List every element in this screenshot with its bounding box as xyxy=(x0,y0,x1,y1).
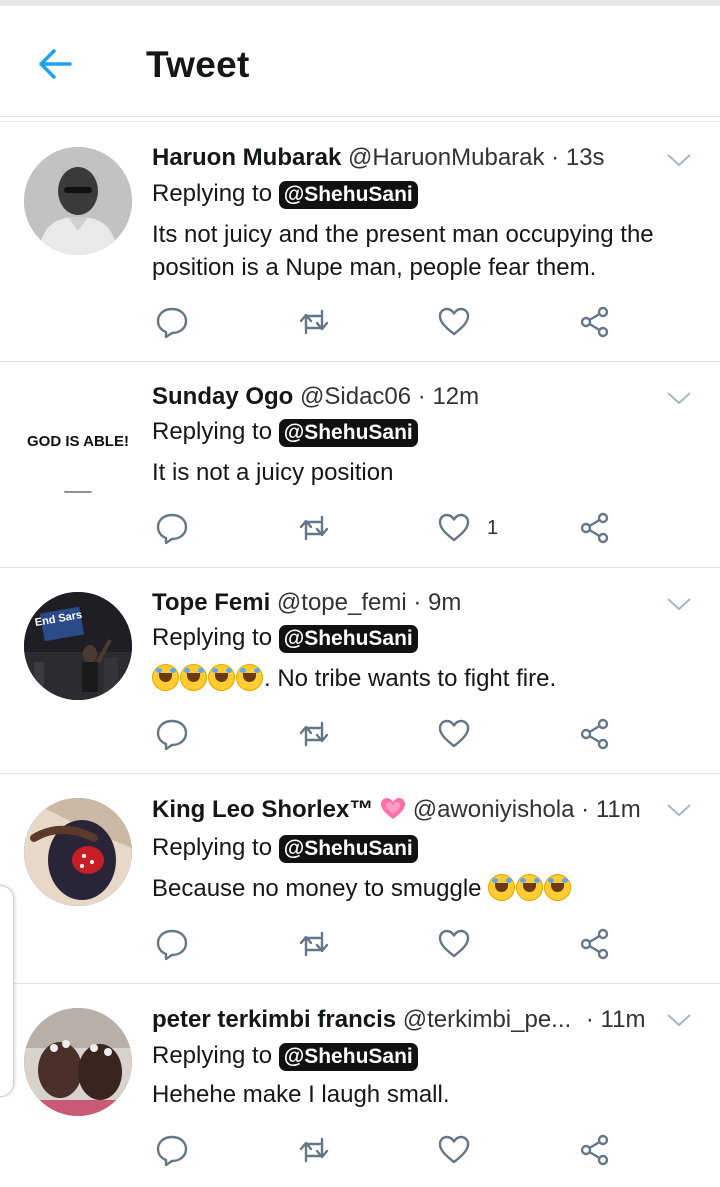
mention-link[interactable]: @ShehuSani xyxy=(278,1043,418,1071)
timestamp: 9m xyxy=(428,589,462,616)
share-icon[interactable] xyxy=(578,927,612,961)
rofl-emoji xyxy=(236,664,263,691)
timestamp: 11m xyxy=(595,796,641,823)
timestamp: 12m xyxy=(432,383,480,410)
replying-to: Replying to @ShehuSani xyxy=(152,180,418,209)
separator-dot: · xyxy=(413,589,422,616)
timestamp: 11m xyxy=(600,1006,646,1033)
mention-link[interactable]: @ShehuSani xyxy=(278,625,418,653)
rofl-emoji xyxy=(208,664,235,691)
app-header: Tweet xyxy=(0,6,720,116)
tweet-text-container: Because no money to smuggle xyxy=(152,872,692,905)
rofl-emoji xyxy=(544,874,572,901)
like-icon[interactable] xyxy=(437,511,471,545)
reply-icon[interactable] xyxy=(155,305,189,339)
tweet-text: Its not juicy and the present man occupy… xyxy=(152,221,654,281)
separator-dot: · xyxy=(585,1006,594,1033)
like-icon[interactable] xyxy=(437,1133,471,1167)
share-icon[interactable] xyxy=(578,717,612,751)
page-title: Tweet xyxy=(146,44,250,85)
like-icon[interactable] xyxy=(437,305,471,339)
author-handle: @awoniyishola xyxy=(412,796,575,823)
replying-to: Replying to @ShehuSani xyxy=(152,418,418,447)
tweet-header: Tope Femi @tope_femi · 9m xyxy=(152,589,461,617)
retweet-icon[interactable] xyxy=(297,305,331,339)
avatar[interactable]: End Sars xyxy=(24,592,132,700)
like-count: 1 xyxy=(487,517,499,539)
laughing-emoji-group xyxy=(488,874,572,902)
like-icon[interactable] xyxy=(437,717,471,751)
author-name[interactable]: King Leo Shorlex™ xyxy=(152,796,373,823)
author-name[interactable]: Sunday Ogo xyxy=(152,383,293,410)
avatar[interactable] xyxy=(24,1008,132,1116)
author-handle: @terkimbi_pe... xyxy=(402,1006,572,1033)
replying-label: Replying to xyxy=(152,1042,273,1069)
mention-link[interactable]: @ShehuSani xyxy=(278,419,418,447)
mention-link[interactable]: @ShehuSani xyxy=(278,835,418,863)
avatar[interactable]: GOD IS ABLE! xyxy=(24,386,132,494)
chevron-down-icon[interactable] xyxy=(666,390,692,406)
reply-icon[interactable] xyxy=(155,1133,189,1167)
separator-dot: · xyxy=(581,796,590,823)
edge-panel-handle[interactable] xyxy=(0,885,14,1097)
separator-dot: · xyxy=(551,144,560,171)
replying-label: Replying to xyxy=(152,624,273,651)
retweet-icon[interactable] xyxy=(297,511,331,545)
mention-link[interactable]: @ShehuSani xyxy=(278,181,418,209)
header-divider xyxy=(0,116,720,117)
share-icon[interactable] xyxy=(578,1133,612,1167)
pulsing-heart-emoji xyxy=(380,797,406,821)
reply-icon[interactable] xyxy=(155,511,189,545)
replying-label: Replying to xyxy=(152,834,273,861)
author-handle: @tope_femi xyxy=(276,589,407,616)
rofl-emoji xyxy=(488,874,516,901)
retweet-icon[interactable] xyxy=(297,717,331,751)
tweet-text: Because no money to smuggle xyxy=(152,875,482,902)
rofl-emoji xyxy=(152,664,179,691)
tweet-reply[interactable]: King Leo Shorlex™ @awoniyishola · 11m Re… xyxy=(0,774,720,984)
author-name[interactable]: Haruon Mubarak xyxy=(152,144,341,171)
tweet-text: Hehehe make I laugh small. xyxy=(152,1081,450,1108)
chevron-down-icon[interactable] xyxy=(666,152,692,168)
reply-icon[interactable] xyxy=(155,717,189,751)
rofl-emoji xyxy=(516,874,544,901)
tweet-text: . No tribe wants to fight fire. xyxy=(264,665,557,692)
replying-label: Replying to xyxy=(152,180,273,207)
tweet-reply[interactable]: GOD IS ABLE! Sunday Ogo @Sidac06 · 12m R… xyxy=(0,362,720,568)
reply-icon[interactable] xyxy=(155,927,189,961)
tweet-text-container: . No tribe wants to fight fire. xyxy=(152,662,692,695)
tweet-reply[interactable]: End Sars Tope Femi @tope_femi · 9m Reply… xyxy=(0,568,720,774)
replying-to: Replying to @ShehuSani xyxy=(152,834,418,863)
like-icon[interactable] xyxy=(437,927,471,961)
author-name[interactable]: Tope Femi xyxy=(152,589,270,616)
avatar[interactable] xyxy=(24,798,132,906)
tweet-text: It is not a juicy position xyxy=(152,459,394,486)
retweet-icon[interactable] xyxy=(297,927,331,961)
retweet-icon[interactable] xyxy=(297,1133,331,1167)
author-name[interactable]: peter terkimbi francis xyxy=(152,1006,396,1033)
replying-label: Replying to xyxy=(152,418,273,445)
chevron-down-icon[interactable] xyxy=(666,1012,692,1028)
author-handle: @Sidac06 xyxy=(300,383,412,410)
tweet-header: peter terkimbi francis @terkimbi_pe... ·… xyxy=(152,1006,645,1034)
rofl-emoji xyxy=(180,664,207,691)
tweet-reply[interactable]: peter terkimbi francis @terkimbi_pe... ·… xyxy=(0,984,720,1187)
separator-dot: · xyxy=(417,383,426,410)
tweet-reply[interactable]: Haruon Mubarak @HaruonMubarak · 13s Repl… xyxy=(0,122,720,362)
replying-to: Replying to @ShehuSani xyxy=(152,624,418,653)
avatar-text: GOD IS ABLE! xyxy=(27,433,129,450)
back-arrow-icon[interactable] xyxy=(34,44,78,84)
author-handle: @HaruonMubarak xyxy=(348,144,545,171)
share-icon[interactable] xyxy=(578,305,612,339)
replying-to: Replying to @ShehuSani xyxy=(152,1042,418,1071)
chevron-down-icon[interactable] xyxy=(666,596,692,612)
laughing-emoji-group xyxy=(152,664,264,692)
timestamp: 13s xyxy=(565,144,605,171)
tweet-header: Sunday Ogo @Sidac06 · 12m xyxy=(152,383,479,411)
tweet-header: King Leo Shorlex™ @awoniyishola · 11m xyxy=(152,796,641,824)
avatar[interactable] xyxy=(24,147,132,255)
chevron-down-icon[interactable] xyxy=(666,802,692,818)
tweet-header: Haruon Mubarak @HaruonMubarak · 13s xyxy=(152,144,605,172)
share-icon[interactable] xyxy=(578,511,612,545)
